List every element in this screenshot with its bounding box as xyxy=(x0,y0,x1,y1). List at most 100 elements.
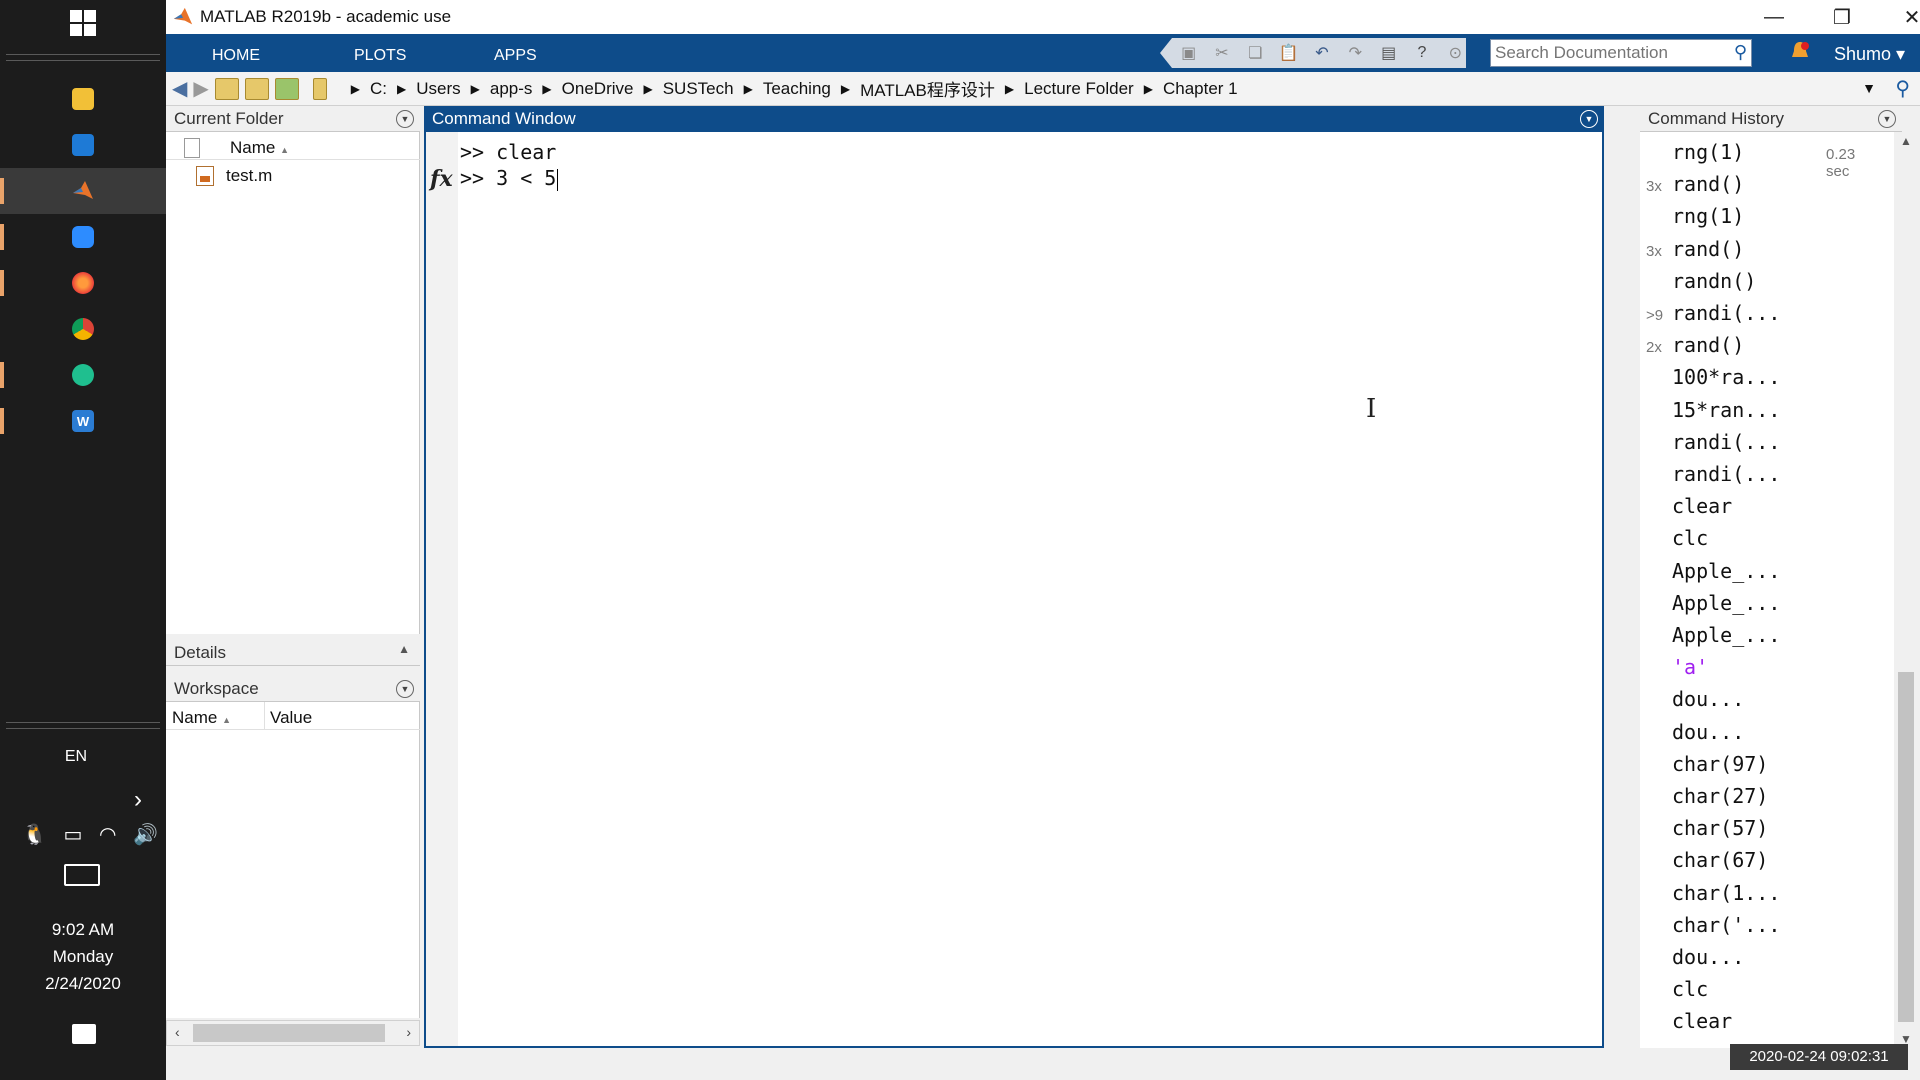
history-entry[interactable]: dou... xyxy=(1640,685,1880,717)
search-icon[interactable]: ⚲ xyxy=(1734,42,1747,63)
column-divider[interactable] xyxy=(264,702,265,730)
history-entry[interactable]: char('... xyxy=(1640,911,1880,943)
history-entry[interactable]: clear xyxy=(1640,492,1880,524)
toolbar-options-icon[interactable]: ⊙ xyxy=(1445,42,1466,64)
history-entry[interactable]: randi(... xyxy=(1640,460,1880,492)
history-entry[interactable]: clear xyxy=(1640,1007,1880,1039)
breadcrumb-item[interactable]: Lecture Folder xyxy=(1024,79,1134,99)
action-center-icon[interactable] xyxy=(72,1024,96,1044)
panel-menu-icon[interactable]: ▼ xyxy=(396,680,414,698)
breadcrumb-separator-icon[interactable]: ▶ xyxy=(542,82,551,96)
taskbar-matlab[interactable] xyxy=(0,168,166,214)
history-entry[interactable]: 'a' xyxy=(1640,653,1880,685)
wifi-icon[interactable]: ◠ xyxy=(99,822,116,847)
collapse-icon[interactable]: ▲ xyxy=(398,642,410,656)
taskbar-chrome[interactable] xyxy=(0,306,166,352)
history-entry[interactable]: 2x rand() xyxy=(1640,331,1880,363)
user-menu[interactable]: Shumo ▾ xyxy=(1834,34,1905,72)
scroll-left-icon[interactable]: ‹ xyxy=(175,1024,180,1040)
taskbar-file-explorer[interactable] xyxy=(0,76,166,122)
details-header[interactable]: Details ▲ xyxy=(166,640,420,666)
chevron-right-icon[interactable]: › xyxy=(134,786,142,814)
cut-icon[interactable]: ✂ xyxy=(1211,42,1232,64)
taskbar-notes[interactable] xyxy=(0,352,166,398)
breadcrumb-item[interactable]: OneDrive xyxy=(562,79,634,99)
taskbar-clock[interactable]: 9:02 AM Monday 2/24/2020 xyxy=(0,916,166,997)
breadcrumb-separator-icon[interactable]: ▶ xyxy=(1005,82,1014,96)
history-entry[interactable]: clc xyxy=(1640,524,1880,556)
open-folder-icon[interactable] xyxy=(274,77,299,100)
history-entry[interactable]: rng(1) 0.23 sec xyxy=(1640,138,1880,180)
restore-button[interactable]: ❐ xyxy=(1812,0,1872,34)
breadcrumb-item[interactable]: MATLAB程序设计 xyxy=(860,76,995,101)
keyboard-icon[interactable] xyxy=(64,864,100,886)
notification-bell-icon[interactable] xyxy=(1790,40,1810,64)
history-entry[interactable]: randn() xyxy=(1640,267,1880,299)
history-entry[interactable]: 3x rand() xyxy=(1640,235,1880,267)
volume-icon[interactable]: 🔊 xyxy=(133,822,158,847)
history-entry[interactable]: >9 randi(... xyxy=(1640,299,1880,331)
battery-icon[interactable]: ▭ xyxy=(64,822,83,847)
taskbar-zoom[interactable] xyxy=(0,214,166,260)
breadcrumb-item[interactable]: app-s xyxy=(490,79,533,99)
tab-home[interactable]: HOME xyxy=(212,34,260,72)
history-entry[interactable]: char(27) xyxy=(1640,782,1880,814)
breadcrumb-separator-icon[interactable]: ▶ xyxy=(841,82,850,96)
minimize-button[interactable]: — xyxy=(1744,0,1804,34)
tab-plots[interactable]: PLOTS xyxy=(354,34,406,72)
taskbar-word[interactable]: W xyxy=(0,398,166,444)
breadcrumb-item[interactable]: Users xyxy=(416,79,460,99)
breadcrumb-separator-icon[interactable]: ▶ xyxy=(351,82,360,96)
function-browser-icon[interactable]: fx xyxy=(430,166,453,192)
breadcrumb-item[interactable]: Teaching xyxy=(763,79,831,99)
search-input[interactable] xyxy=(1491,43,1715,63)
address-dropdown-icon[interactable]: ▼ xyxy=(1862,80,1876,96)
back-arrow-icon[interactable]: ◀ xyxy=(172,76,187,101)
history-entry[interactable]: dou... xyxy=(1640,718,1880,750)
command-prompt-line[interactable]: >> 3 < 5 xyxy=(460,166,559,191)
root-folder-icon[interactable] xyxy=(312,77,327,100)
undo-icon[interactable]: ↶ xyxy=(1311,42,1332,64)
panel-menu-icon[interactable]: ▼ xyxy=(1580,110,1598,128)
tab-apps[interactable]: APPS xyxy=(494,34,537,72)
breadcrumb-item[interactable]: SUSTech xyxy=(663,79,734,99)
copy-icon[interactable]: ❏ xyxy=(1245,42,1266,64)
redo-icon[interactable]: ↷ xyxy=(1345,42,1366,64)
history-entry[interactable]: Apple_... xyxy=(1640,621,1880,653)
breadcrumb-item[interactable]: Chapter 1 xyxy=(1163,79,1238,99)
search-folder-icon[interactable]: ⚲ xyxy=(1895,76,1910,101)
browse-folder-icon[interactable] xyxy=(244,77,269,100)
scrollbar-thumb[interactable] xyxy=(193,1024,385,1042)
horizontal-scrollbar[interactable]: ‹ › xyxy=(166,1020,420,1046)
history-entry[interactable]: Apple_... xyxy=(1640,557,1880,589)
history-entry[interactable]: 100*ra... xyxy=(1640,363,1880,395)
history-entry[interactable]: char(67) xyxy=(1640,846,1880,878)
history-entry[interactable]: 15*ran... xyxy=(1640,396,1880,428)
history-entry[interactable]: 3x rand() xyxy=(1640,170,1880,202)
up-folder-icon[interactable] xyxy=(214,77,239,100)
scroll-up-icon[interactable]: ▲ xyxy=(1900,134,1912,148)
vertical-scrollbar[interactable]: ▲ ▼ xyxy=(1894,132,1918,1048)
history-entry[interactable]: randi(... xyxy=(1640,428,1880,460)
qq-icon[interactable]: 🐧 xyxy=(22,822,47,847)
column-name[interactable]: Name ▲ xyxy=(230,138,289,158)
scroll-right-icon[interactable]: › xyxy=(406,1024,411,1040)
breadcrumb-separator-icon[interactable]: ▶ xyxy=(1144,82,1153,96)
panel-menu-icon[interactable]: ▼ xyxy=(396,110,414,128)
breadcrumb-separator-icon[interactable]: ▶ xyxy=(744,82,753,96)
language-indicator[interactable]: EN xyxy=(0,748,152,766)
history-entry[interactable]: char(97) xyxy=(1640,750,1880,782)
column-name[interactable]: Name ▲ xyxy=(172,708,231,728)
history-entry[interactable]: clc xyxy=(1640,975,1880,1007)
switch-windows-icon[interactable]: ▤ xyxy=(1378,42,1399,64)
help-icon[interactable]: ? xyxy=(1411,42,1432,64)
scrollbar-thumb[interactable] xyxy=(1898,672,1914,1022)
save-icon[interactable]: ▣ xyxy=(1178,42,1199,64)
breadcrumb-separator-icon[interactable]: ▶ xyxy=(471,82,480,96)
windows-start-icon[interactable] xyxy=(70,10,96,36)
history-entry[interactable]: char(57) xyxy=(1640,814,1880,846)
breadcrumb-separator-icon[interactable]: ▶ xyxy=(643,82,652,96)
breadcrumb-separator-icon[interactable]: ▶ xyxy=(397,82,406,96)
taskbar-recycle-bin[interactable] xyxy=(0,122,166,168)
file-row[interactable]: test.m xyxy=(166,164,420,188)
